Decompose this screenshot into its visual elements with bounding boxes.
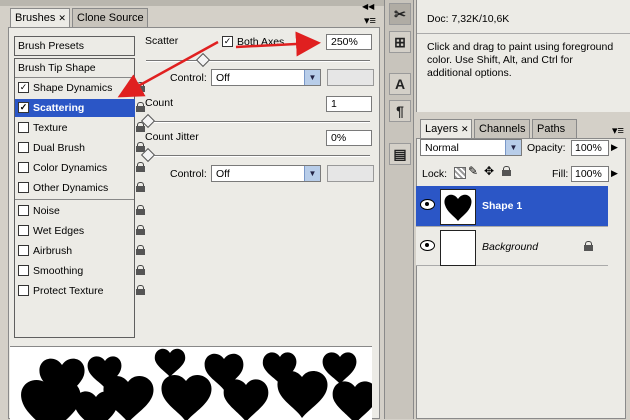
blend-mode-dropdown[interactable]: Normal ▼ xyxy=(420,139,522,156)
list-divider xyxy=(15,199,134,200)
airbrush-checkbox[interactable] xyxy=(18,244,29,256)
dual-brush-item[interactable]: Dual Brush xyxy=(15,139,145,157)
layer-comps-icon[interactable]: ▤ xyxy=(389,143,411,165)
panel-menu-icon[interactable]: ▾≡ xyxy=(612,124,624,137)
tab-channels-label: Channels xyxy=(479,123,526,135)
opacity-label: Opacity: xyxy=(527,142,566,154)
lock-all-icon[interactable] xyxy=(502,166,511,178)
noise-checkbox[interactable] xyxy=(18,204,29,216)
other-dynamics-label: Other Dynamics xyxy=(33,182,109,194)
control2-preview-box xyxy=(327,165,374,182)
protect-texture-label: Protect Texture xyxy=(33,285,104,297)
dual-brush-label: Dual Brush xyxy=(33,142,85,154)
protect-texture-checkbox[interactable] xyxy=(18,284,29,296)
opacity-arrow-icon[interactable]: ▶ xyxy=(611,142,618,153)
doc-size-text: Doc: 7,32K/10,6K xyxy=(427,13,510,25)
airbrush-label: Airbrush xyxy=(33,245,73,257)
tab-paths[interactable]: Paths xyxy=(532,119,577,138)
lock-icon xyxy=(136,285,145,295)
lock-icon xyxy=(136,225,145,235)
chevron-down-icon[interactable]: ▼ xyxy=(304,166,320,181)
color-dynamics-checkbox[interactable] xyxy=(18,161,29,173)
wet-edges-item[interactable]: Wet Edges xyxy=(15,222,145,240)
fill-input[interactable]: 100% xyxy=(571,166,609,182)
airbrush-item[interactable]: Airbrush xyxy=(15,242,145,260)
lock-icon xyxy=(136,205,145,215)
heart-thumbnail-icon xyxy=(444,194,472,221)
control2-label: Control: xyxy=(170,168,207,180)
brush-stroke-preview xyxy=(10,346,372,420)
smoothing-checkbox[interactable] xyxy=(18,264,29,276)
other-dynamics-item[interactable]: Other Dynamics xyxy=(15,179,145,197)
fill-label: Fill: xyxy=(552,168,569,180)
paragraph-icon[interactable]: ¶ xyxy=(389,100,411,122)
padlock-icon xyxy=(502,166,511,176)
visibility-eye-icon[interactable] xyxy=(420,240,435,251)
dual-brush-checkbox[interactable] xyxy=(18,141,29,153)
character-icon[interactable]: A xyxy=(389,73,411,95)
layer-thumbnail xyxy=(440,189,476,225)
wet-edges-checkbox[interactable] xyxy=(18,224,29,236)
tab-layers[interactable]: Layers ✕ xyxy=(420,119,472,139)
tool-strip xyxy=(384,0,414,419)
lock-icon xyxy=(136,182,145,192)
fill-arrow-icon[interactable]: ▶ xyxy=(611,168,618,179)
brush-tool-icon[interactable]: ✂ xyxy=(389,3,411,25)
layer-row-background[interactable]: Background xyxy=(416,226,608,266)
layer-lock-icon xyxy=(584,241,593,251)
layer-name: Background xyxy=(482,241,539,253)
wet-edges-label: Wet Edges xyxy=(33,225,85,237)
smoothing-label: Smoothing xyxy=(33,265,84,277)
protect-texture-item[interactable]: Protect Texture xyxy=(15,282,145,300)
info-panel: Doc: 7,32K/10,6K Click and drag to paint… xyxy=(416,0,630,112)
heart-scatter-preview xyxy=(21,348,372,420)
lock-pixels-icon[interactable]: ✎ xyxy=(468,164,478,178)
opacity-input[interactable]: 100% xyxy=(571,140,609,156)
layer-row-shape-1[interactable]: Shape 1 xyxy=(416,186,608,226)
arrow-to-scatter-value xyxy=(235,31,321,57)
count-jitter-slider-track[interactable] xyxy=(146,155,370,157)
layer-thumbnail xyxy=(440,230,476,266)
tab-channels[interactable]: Channels xyxy=(474,119,530,138)
clone-stamp-icon[interactable]: ⊞ xyxy=(389,31,411,53)
info-divider xyxy=(417,33,630,34)
color-dynamics-label: Color Dynamics xyxy=(33,162,108,174)
other-dynamics-checkbox[interactable] xyxy=(18,181,29,193)
arrow-to-scattering xyxy=(117,40,219,98)
hint-text: Click and drag to paint using foreground… xyxy=(427,41,614,79)
smoothing-item[interactable]: Smoothing xyxy=(15,262,145,280)
lock-label: Lock: xyxy=(422,168,448,180)
color-dynamics-item[interactable]: Color Dynamics xyxy=(15,159,145,177)
tab-paths-label: Paths xyxy=(537,123,566,135)
noise-label: Noise xyxy=(33,205,60,217)
noise-item[interactable]: Noise xyxy=(15,202,145,220)
lock-position-icon[interactable]: ✥ xyxy=(484,164,494,178)
brushes-panel: Brushes ✕ Clone Source ◀◀ ▾≡ Brush Preset… xyxy=(0,0,384,420)
chevron-down-icon[interactable]: ▼ xyxy=(505,140,521,155)
lock-icon xyxy=(136,245,145,255)
layer-name: Shape 1 xyxy=(482,200,523,212)
control2-dropdown-value: Off xyxy=(216,168,230,180)
tab-layers-label: Layers xyxy=(425,123,459,135)
lock-icon xyxy=(136,162,145,172)
control2-dropdown[interactable]: Off ▼ xyxy=(211,165,321,182)
lock-icon xyxy=(136,265,145,275)
close-icon[interactable]: ✕ xyxy=(461,124,469,134)
visibility-eye-icon[interactable] xyxy=(420,199,435,210)
blend-mode-value: Normal xyxy=(425,142,459,154)
annotation-arrows xyxy=(117,31,321,98)
lock-transparent-icon[interactable] xyxy=(454,167,466,179)
